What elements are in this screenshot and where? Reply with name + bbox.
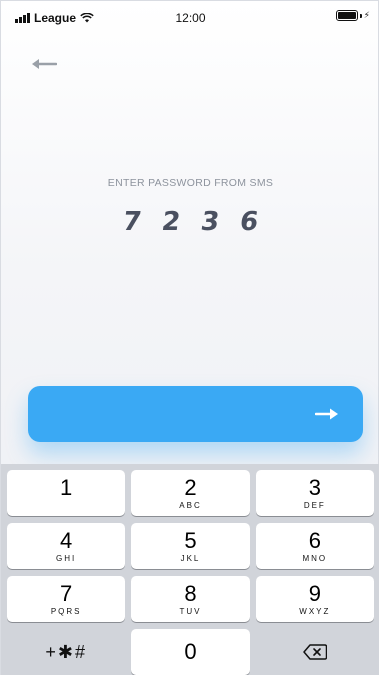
submit-button[interactable] (28, 386, 363, 442)
sms-password-screen: League 12:00 ⚡ ENTER PASSWORD FROM SMS 7… (0, 0, 379, 675)
key-digit: 7 (60, 580, 73, 606)
key-2[interactable]: 2 ABC (131, 470, 250, 516)
backspace-icon (303, 644, 327, 660)
key-digit: 2 (184, 474, 197, 500)
back-arrow-icon[interactable] (31, 57, 57, 71)
keypad-row: 7 PQRS 8 TUV 9 WXYZ (7, 576, 374, 622)
charging-icon: ⚡ (363, 10, 370, 20)
key-symbols-label: +✱# (45, 642, 87, 662)
battery-icon (335, 10, 358, 21)
key-7[interactable]: 7 PQRS (7, 576, 126, 622)
key-letters: WXYZ (299, 606, 331, 616)
key-digit: 4 (60, 527, 73, 553)
key-9[interactable]: 9 WXYZ (255, 576, 374, 622)
key-delete[interactable] (256, 629, 374, 675)
key-3[interactable]: 3 DEF (255, 470, 374, 516)
key-letters: DEF (303, 500, 326, 510)
status-time: 12:00 (175, 11, 206, 25)
key-0[interactable]: 0 (131, 629, 250, 675)
arrow-right-icon (315, 408, 338, 420)
status-right: ⚡ (335, 10, 370, 21)
battery-tip (359, 13, 362, 18)
code-digit: 7 (120, 207, 144, 237)
status-bar: League 12:00 ⚡ (1, 1, 379, 35)
key-digit: 9 (308, 580, 321, 606)
key-digit: 1 (60, 474, 73, 500)
key-letters: TUV (179, 606, 202, 616)
keypad-row: 4 GHI 5 JKL 6 MNO (7, 523, 374, 569)
key-digit: 8 (184, 580, 197, 606)
key-letters: MNO (302, 553, 328, 563)
key-8[interactable]: 8 TUV (131, 576, 250, 622)
key-digit: 3 (308, 474, 321, 500)
numeric-keypad: 1 2 ABC 3 DEF 4 GHI 5 JKL 6 MNO 7 PQRS 8… (1, 464, 379, 675)
key-digit: 0 (184, 639, 197, 664)
key-6[interactable]: 6 MNO (255, 523, 374, 569)
key-5[interactable]: 5 JKL (131, 523, 250, 569)
code-digit: 6 (237, 207, 261, 237)
key-1[interactable]: 1 (7, 470, 126, 516)
key-digit: 6 (308, 527, 321, 553)
keypad-row: 1 2 ABC 3 DEF (7, 470, 374, 516)
code-digit: 3 (198, 207, 222, 237)
key-letters: GHI (56, 553, 77, 563)
code-digit: 2 (159, 207, 183, 237)
key-letters: ABC (179, 500, 202, 510)
key-4[interactable]: 4 GHI (7, 523, 126, 569)
key-letters: JKL (180, 553, 201, 563)
sms-code-display: 7 2 3 6 (1, 207, 379, 237)
prompt-label: ENTER PASSWORD FROM SMS (107, 177, 274, 189)
key-symbols[interactable]: +✱# (7, 629, 125, 675)
keypad-row: +✱# 0 (7, 629, 374, 675)
key-letters: PQRS (50, 606, 82, 616)
key-digit: 5 (184, 527, 197, 553)
